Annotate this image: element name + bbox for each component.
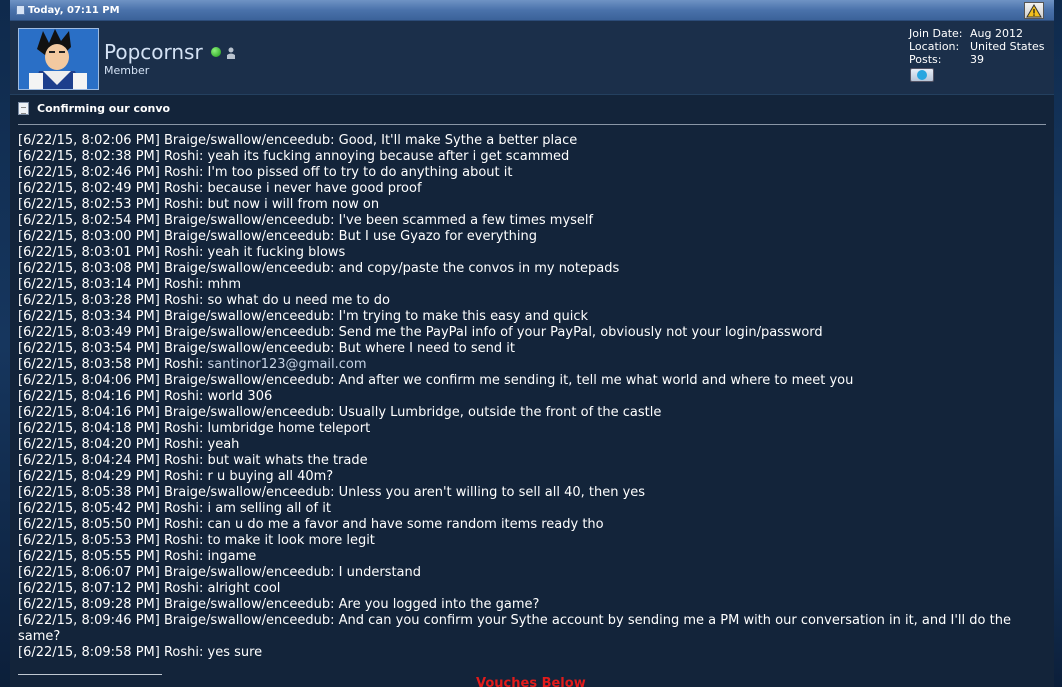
user-info: Popcornsr Member Join Date: Aug 2012 Loc… <box>10 21 1054 95</box>
title-divider <box>18 124 1046 125</box>
person-icon[interactable] <box>226 40 236 64</box>
location-value: United States <box>970 40 1045 53</box>
chat-line: [6/22/15, 8:02:49 PM] Roshi: because i n… <box>18 181 422 196</box>
chat-line: [6/22/15, 8:05:53 PM] Roshi: to make it … <box>18 533 375 548</box>
chat-log: [6/22/15, 8:02:06 PM] Braige/swallow/enc… <box>18 133 1046 661</box>
chat-line: [6/22/15, 8:06:07 PM] Braige/swallow/enc… <box>18 565 421 580</box>
chat-line: [6/22/15, 8:02:38 PM] Roshi: yeah its fu… <box>18 149 570 164</box>
background-right <box>1054 0 1062 687</box>
location-row: Location: United States <box>909 40 1045 53</box>
warning-icon <box>1026 3 1042 17</box>
email-link[interactable]: santinor123@gmail.com <box>208 357 367 372</box>
posts-value: 39 <box>970 53 984 66</box>
post-title-row: Confirming our convo <box>18 102 170 115</box>
post-header: Today, 07:11 PM <box>10 0 1054 21</box>
join-date-label: Join Date: <box>909 27 963 40</box>
skype-button[interactable] <box>910 68 934 82</box>
chat-line: [6/22/15, 8:02:53 PM] Roshi: but now i w… <box>18 197 380 212</box>
posts-row: Posts: 39 <box>909 53 1045 66</box>
chat-line: [6/22/15, 8:04:18 PM] Roshi: lumbridge h… <box>18 421 371 436</box>
post-icon <box>16 5 25 15</box>
signature-divider <box>18 674 162 675</box>
chat-line: [6/22/15, 8:03:01 PM] Roshi: yeah it fuc… <box>18 245 346 260</box>
join-date-row: Join Date: Aug 2012 <box>909 27 1045 40</box>
chat-line: [6/22/15, 8:05:42 PM] Roshi: i am sellin… <box>18 501 331 516</box>
avatar[interactable] <box>18 28 99 90</box>
post-date: Today, 07:11 PM <box>28 4 120 16</box>
username-row: Popcornsr <box>104 40 236 64</box>
online-status-icon <box>210 47 221 57</box>
report-post-button[interactable] <box>1024 2 1044 19</box>
chat-line: [6/22/15, 8:07:12 PM] Roshi: alright coo… <box>18 581 281 596</box>
chat-line: [6/22/15, 8:09:58 PM] Roshi: yes sure <box>18 645 263 660</box>
post-title: Confirming our convo <box>37 102 171 115</box>
user-title: Member <box>104 64 150 77</box>
chat-line: [6/22/15, 8:04:29 PM] Roshi: r u buying … <box>18 469 334 484</box>
chat-line: [6/22/15, 8:02:54 PM] Braige/swallow/enc… <box>18 213 594 228</box>
vouches-heading: Vouches Below <box>476 676 586 687</box>
user-stats: Join Date: Aug 2012 Location: United Sta… <box>909 27 1045 66</box>
chat-line: [6/22/15, 8:05:38 PM] Braige/swallow/enc… <box>18 485 646 500</box>
location-label: Location: <box>909 40 960 53</box>
chat-line: [6/22/15, 8:09:46 PM] Braige/swallow/enc… <box>18 613 1016 644</box>
username[interactable]: Popcornsr <box>104 40 203 64</box>
chat-line: [6/22/15, 8:03:28 PM] Roshi: so what do … <box>18 293 390 308</box>
avatar-image <box>19 29 98 89</box>
chat-line-prefix: [6/22/15, 8:03:58 PM] Roshi: <box>18 357 208 372</box>
chat-line: [6/22/15, 8:02:06 PM] Braige/swallow/enc… <box>18 133 578 148</box>
posts-label: Posts: <box>909 53 942 66</box>
chat-line: [6/22/15, 8:04:16 PM] Braige/swallow/enc… <box>18 405 662 420</box>
background-left <box>0 0 10 687</box>
chat-line: [6/22/15, 8:04:16 PM] Roshi: world 306 <box>18 389 273 404</box>
join-date-value: Aug 2012 <box>970 27 1023 40</box>
chat-line: [6/22/15, 8:03:00 PM] Braige/swallow/enc… <box>18 229 537 244</box>
chat-line-email: [6/22/15, 8:03:58 PM] Roshi: santinor123… <box>18 357 1046 373</box>
chat-line: [6/22/15, 8:03:08 PM] Braige/swallow/enc… <box>18 261 620 276</box>
chat-line: [6/22/15, 8:04:20 PM] Roshi: yeah <box>18 437 240 452</box>
chat-line: [6/22/15, 8:03:54 PM] Braige/swallow/enc… <box>18 341 515 356</box>
document-icon <box>18 102 29 115</box>
chat-line: [6/22/15, 8:05:50 PM] Roshi: can u do me… <box>18 517 604 532</box>
skype-icon <box>917 70 927 80</box>
chat-line: [6/22/15, 8:02:46 PM] Roshi: I'm too pis… <box>18 165 513 180</box>
chat-line: [6/22/15, 8:03:14 PM] Roshi: mhm <box>18 277 242 292</box>
chat-line: [6/22/15, 8:05:55 PM] Roshi: ingame <box>18 549 257 564</box>
chat-line: [6/22/15, 8:04:06 PM] Braige/swallow/enc… <box>18 373 854 388</box>
forum-post: Today, 07:11 PM Popcornsr Member Join Da… <box>10 0 1054 687</box>
chat-line: [6/22/15, 8:03:34 PM] Braige/swallow/enc… <box>18 309 588 324</box>
chat-line: [6/22/15, 8:03:49 PM] Braige/swallow/enc… <box>18 325 823 340</box>
chat-line: [6/22/15, 8:09:28 PM] Braige/swallow/enc… <box>18 597 540 612</box>
chat-line: [6/22/15, 8:04:24 PM] Roshi: but wait wh… <box>18 453 368 468</box>
